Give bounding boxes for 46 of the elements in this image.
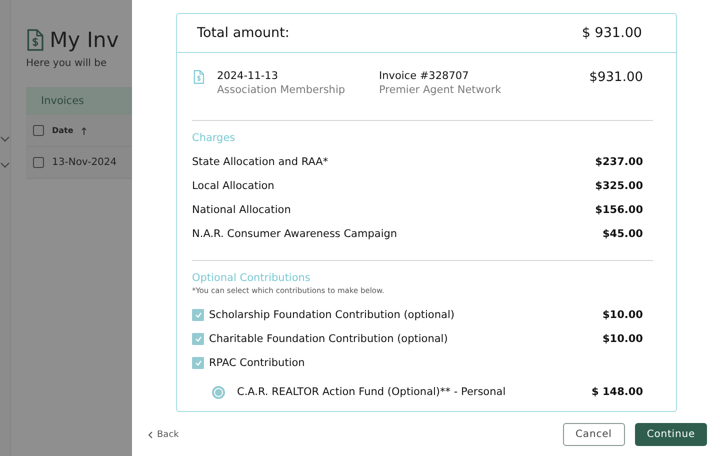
charge-label: State Allocation and RAA* xyxy=(192,156,328,168)
sort-arrow-icon xyxy=(81,126,88,134)
section-heading: Optional Contributions xyxy=(192,272,312,284)
column-header[interactable]: Date xyxy=(52,126,74,135)
invoice-number: Invoice #328707 xyxy=(379,70,470,82)
contribution-amount: $ 148.00 xyxy=(592,386,643,398)
contribution-label: Scholarship Foundation Contribution (optional) xyxy=(209,309,454,321)
checkbox[interactable] xyxy=(192,309,204,321)
checkmark-icon xyxy=(194,336,202,342)
continue-button[interactable]: Continue xyxy=(634,423,707,446)
checkbox[interactable] xyxy=(33,125,44,136)
charge-label: N.A.R. Consumer Awareness Campaign xyxy=(192,228,398,240)
charge-label: National Allocation xyxy=(192,204,291,216)
contribution-amount: $10.00 xyxy=(602,333,643,345)
section-heading: Charges xyxy=(192,132,236,144)
invoice-type: Association Membership xyxy=(217,84,346,96)
checkbox[interactable] xyxy=(192,357,204,369)
contribution-label: C.A.R. REALTOR Action Fund (Optional)** - Personal xyxy=(237,386,506,398)
chevron-down-icon xyxy=(0,162,10,168)
checkbox[interactable] xyxy=(192,333,204,345)
table-cell: 13-Nov-2024 xyxy=(52,157,117,168)
page-subtitle: Here you will be xyxy=(26,58,108,69)
chevron-left-icon xyxy=(148,430,153,438)
organization-name: Premier Agent Network xyxy=(379,84,502,96)
invoice-icon xyxy=(193,70,204,84)
contribution-label: RPAC Contribution xyxy=(209,357,305,369)
back-link[interactable]: Back xyxy=(148,430,179,440)
cancel-button[interactable]: Cancel xyxy=(562,423,625,446)
charge-amount: $156.00 xyxy=(595,204,643,216)
chevron-down-icon xyxy=(0,136,10,142)
charge-amount: $325.00 xyxy=(595,180,643,192)
total-value: $ 931.00 xyxy=(582,25,642,41)
radio-button[interactable] xyxy=(212,386,225,398)
total-label: Total amount: xyxy=(197,25,290,41)
contribution-amount: $10.00 xyxy=(602,309,643,321)
page-title: My Inv xyxy=(50,28,119,52)
checkbox[interactable] xyxy=(33,157,44,168)
charge-amount: $45.00 xyxy=(602,228,643,240)
checkmark-icon xyxy=(194,312,202,318)
contribution-label: Charitable Foundation Contribution (optional) xyxy=(209,333,448,345)
charge-amount: $237.00 xyxy=(595,156,643,168)
invoice-amount: $931.00 xyxy=(589,70,643,85)
invoice-date: 2024-11-13 xyxy=(217,70,280,82)
charge-label: Local Allocation xyxy=(192,180,274,192)
checkmark-icon xyxy=(194,360,202,366)
invoice-icon xyxy=(26,29,44,51)
